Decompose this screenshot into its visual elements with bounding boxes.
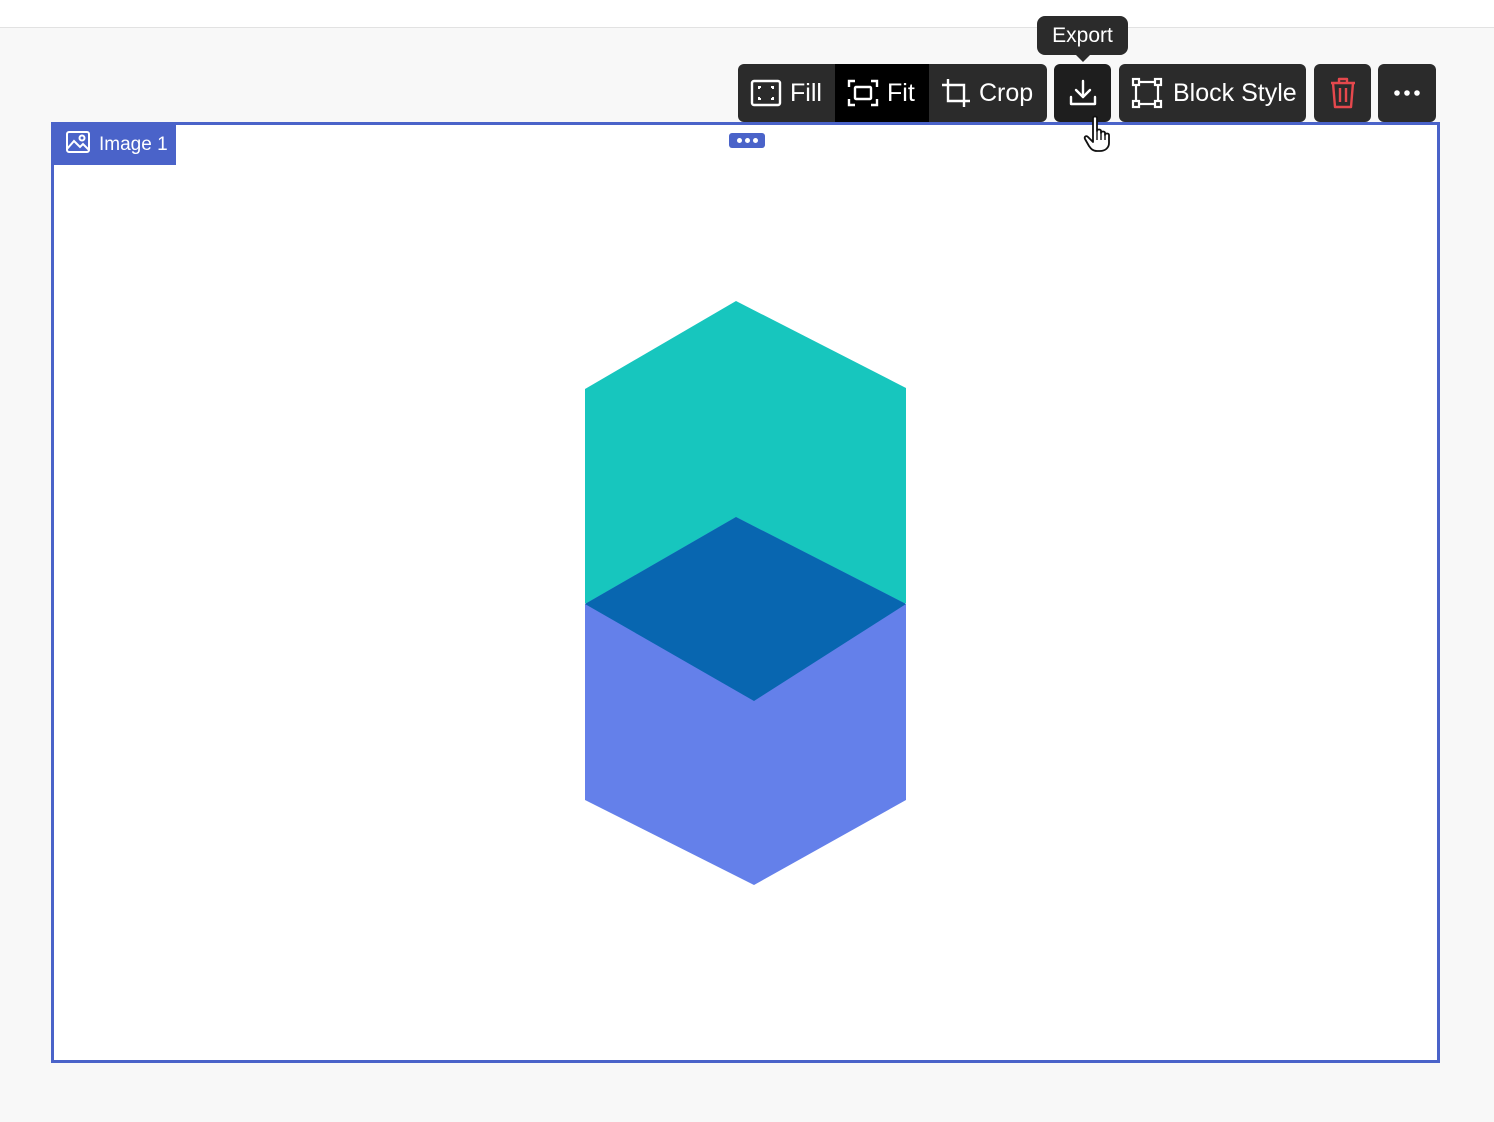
more-horizontal-icon (1394, 90, 1420, 96)
delete-button[interactable] (1314, 64, 1371, 122)
hand-pointer-icon (1083, 115, 1115, 158)
trash-icon (1329, 77, 1357, 109)
export-tooltip: Export (1037, 16, 1128, 62)
block-style-icon (1131, 77, 1163, 109)
fit-button[interactable]: Fit (835, 64, 929, 122)
crop-label: Crop (979, 78, 1034, 107)
crop-button[interactable]: Crop (929, 64, 1047, 122)
image-block[interactable]: Image 1 (51, 122, 1440, 1063)
fit-label: Fit (887, 78, 915, 107)
block-drag-handle[interactable] (729, 133, 765, 148)
fill-frame-icon (750, 79, 782, 107)
download-icon (1068, 78, 1098, 108)
crop-icon (941, 78, 971, 108)
fit-mode-group: Fill Fit Crop (738, 64, 1047, 122)
top-bar (0, 0, 1494, 28)
export-button[interactable] (1054, 64, 1111, 122)
block-style-button[interactable]: Block Style (1119, 64, 1306, 122)
fill-label: Fill (790, 78, 822, 107)
block-style-label: Block Style (1173, 78, 1297, 107)
image-icon (66, 131, 90, 159)
image-content (585, 301, 906, 885)
block-name-tag[interactable]: Image 1 (54, 125, 176, 165)
more-options-button[interactable] (1378, 64, 1436, 122)
block-name-label: Image 1 (99, 134, 168, 155)
fill-button[interactable]: Fill (738, 64, 835, 122)
fit-frame-icon (847, 79, 879, 107)
